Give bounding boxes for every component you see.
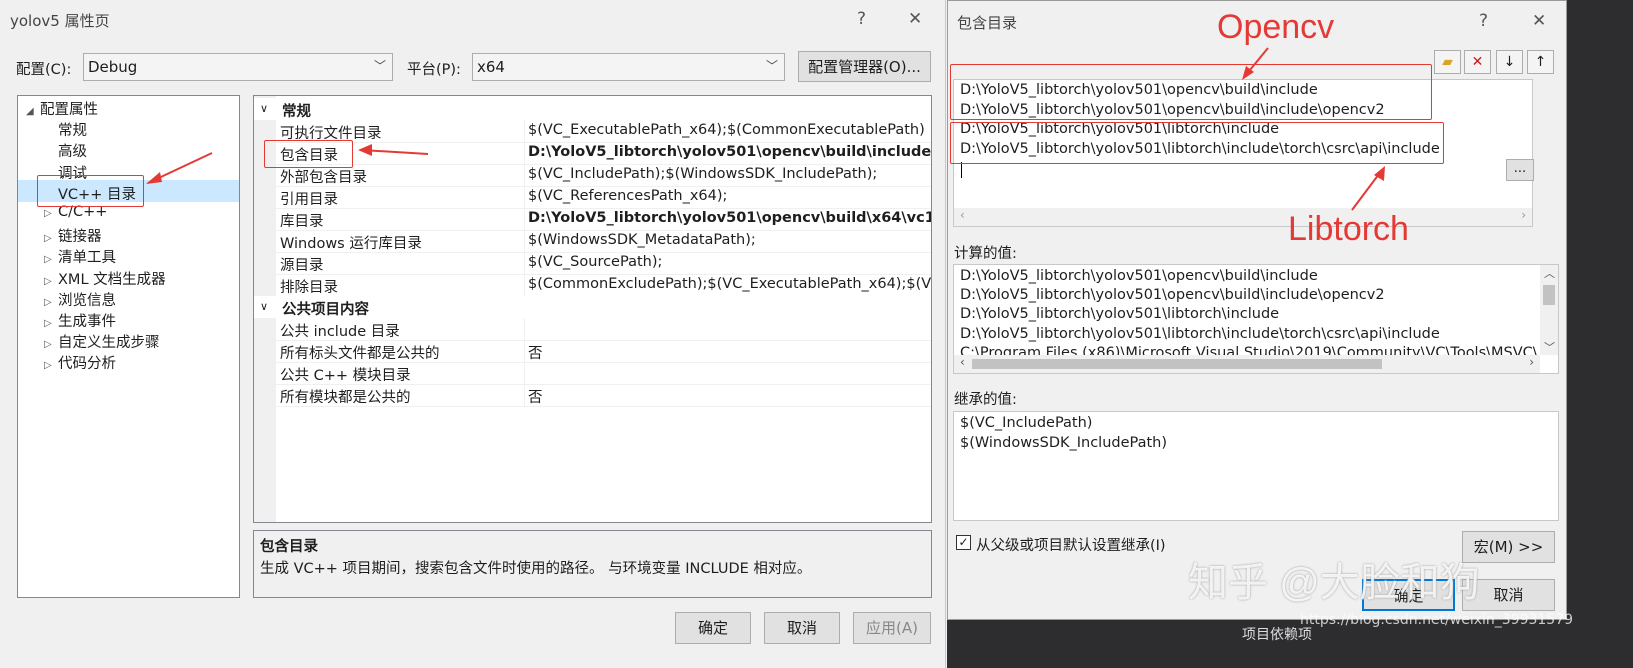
watermark-url: https://blog.csdn.net/weixin_39931579	[1300, 612, 1574, 628]
watermark-zhihu: 知乎 @大脸和狗	[1188, 561, 1480, 605]
